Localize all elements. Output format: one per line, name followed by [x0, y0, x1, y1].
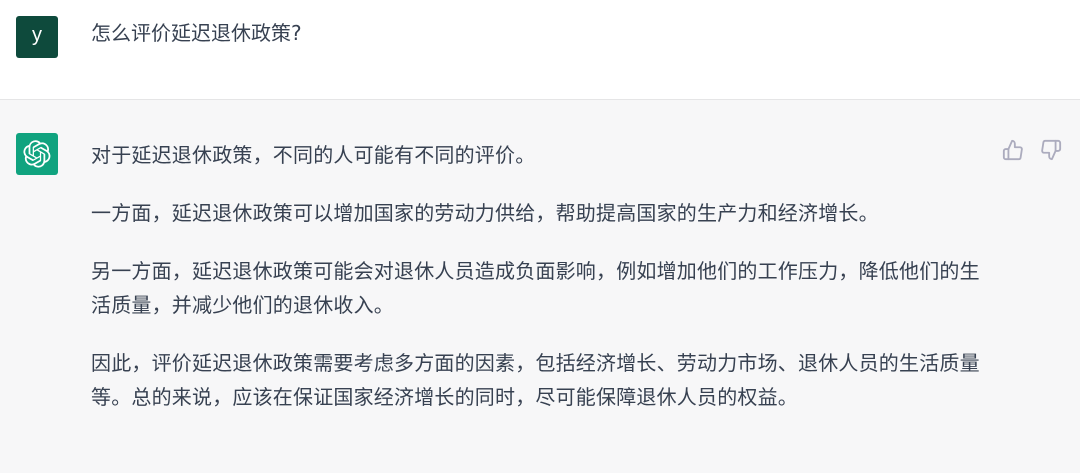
user-avatar-letter: y: [32, 24, 42, 46]
assistant-avatar: [16, 133, 58, 175]
answer-paragraph: 因此，评价延迟退休政策需要考虑多方面的因素，包括经济增长、劳动力市场、退休人员的…: [91, 351, 980, 409]
thumbs-down-button[interactable]: [1040, 139, 1062, 161]
answer-paragraph: 另一方面，延迟退休政策可能会对退休人员造成负面影响，例如增加他们的工作压力，降低…: [91, 259, 980, 317]
user-message-text: 怎么评价延迟退休政策?: [91, 21, 302, 45]
assistant-message-row: 对于延迟退休政策，不同的人可能有不同的评价。 一方面，延迟退休政策可以增加国家的…: [0, 100, 1080, 473]
feedback-actions: [1002, 139, 1062, 161]
answer-paragraph: 一方面，延迟退休政策可以增加国家的劳动力供给，帮助提高国家的生产力和经济增长。: [91, 201, 879, 225]
user-message-row: y 怎么评价延迟退休政策?: [0, 0, 1080, 99]
assistant-answer: 对于延迟退休政策，不同的人可能有不同的评价。 一方面，延迟退休政策可以增加国家的…: [91, 138, 981, 414]
thumbs-up-icon: [1002, 139, 1023, 161]
thumbs-down-icon: [1041, 139, 1062, 161]
openai-logo-icon: [23, 140, 51, 168]
user-avatar: y: [16, 16, 58, 58]
thumbs-up-button[interactable]: [1002, 139, 1024, 161]
answer-paragraph: 对于延迟退休政策，不同的人可能有不同的评价。: [91, 143, 536, 167]
